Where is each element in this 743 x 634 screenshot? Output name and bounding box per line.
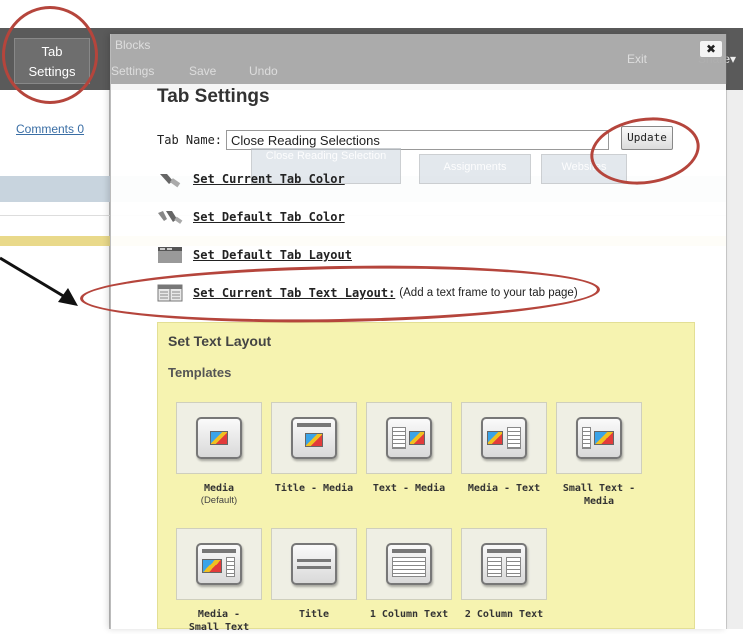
media-text-template-icon [481,417,527,459]
template-label: Media [203,483,235,494]
template-label: Title [298,609,330,620]
set-current-tab-text-layout-link[interactable]: Set Current Tab Text Layout: [193,286,395,300]
small-text-media-template-icon [576,417,622,459]
templates-heading: Templates [168,365,232,380]
template-title-media[interactable]: Title - Media [271,402,357,495]
tab-name-label: Tab Name: [157,133,223,147]
tab-settings-dialog: Blocks Settings Save Undo Exit ✖ Tab Set… [110,34,727,633]
title-template-icon [291,543,337,585]
paintbrushes-icon [157,207,183,227]
scrollbar[interactable] [726,90,743,629]
left-panel [0,90,110,629]
ghost-exit-label: Exit [627,52,648,66]
set-current-tab-text-layout-row[interactable]: Set Current Tab Text Layout: (Add a text… [157,282,578,304]
title-media-template-icon [291,417,337,459]
close-button[interactable]: ✖ [699,40,723,58]
template-label: 1 Column Text [369,609,449,620]
update-button[interactable]: Update [621,126,673,150]
template-1-column-text[interactable]: 1 Column Text [366,528,452,621]
template-label: Small Text - Media [562,483,636,507]
comments-link[interactable]: Comments 0 [16,122,84,136]
template-label: Text - Media [372,483,446,494]
template-media-small-text[interactable]: Media - Small Text [176,528,262,634]
ghost-settings-label: Settings [111,64,155,78]
set-current-tab-color-link[interactable]: Set Current Tab Color [193,172,345,186]
two-column-text-template-icon [481,543,527,585]
tab-settings-button[interactable]: Tab Settings [14,38,90,84]
tab-name-input[interactable] [226,130,610,150]
set-text-layout-panel: Set Text Layout Templates Media (Default… [157,322,695,633]
dialog-title: Tab Settings [157,86,270,107]
set-default-tab-color-link[interactable]: Set Default Tab Color [193,210,345,224]
set-default-tab-layout-row[interactable]: Set Default Tab Layout [157,244,352,266]
set-default-tab-layout-link[interactable]: Set Default Tab Layout [193,248,352,262]
ghost-blocks-label: Blocks [115,38,151,52]
ghost-undo-label: Undo [249,64,278,78]
ghost-save-label: Save [189,64,217,78]
template-small-text-media[interactable]: Small Text - Media [556,402,642,508]
media-template-icon [196,417,242,459]
template-label: Title - Media [274,483,354,494]
dialog-header-overlay: Blocks Settings Save Undo Exit [111,34,727,84]
ghost-tab-websites: Websites [541,154,627,184]
template-title[interactable]: Title [271,528,357,621]
one-column-text-template-icon [386,543,432,585]
annotation-arrow-icon [0,256,78,306]
set-current-tab-color-row[interactable]: Set Current Tab Color [157,168,345,190]
template-text-media[interactable]: Text - Media [366,402,452,495]
template-media-text[interactable]: Media - Text [461,402,547,495]
media-small-text-template-icon [196,543,242,585]
template-label: 2 Column Text [464,609,544,620]
set-text-layout-heading: Set Text Layout [168,333,272,349]
ghost-tab-assignments: Assignments [419,154,531,184]
template-2-column-text[interactable]: 2 Column Text [461,528,547,621]
text-layout-icon [157,283,183,303]
template-label: Media - Text [467,483,541,494]
text-layout-note: (Add a text frame to your tab page) [399,287,578,299]
tab-layout-icon [157,245,183,265]
template-label: Media - Small Text [188,609,250,633]
paintbrush-icon [157,169,183,189]
text-media-template-icon [386,417,432,459]
set-default-tab-color-row[interactable]: Set Default Tab Color [157,206,345,228]
template-sublabel: (Default) [200,495,238,506]
template-media[interactable]: Media (Default) [176,402,262,506]
